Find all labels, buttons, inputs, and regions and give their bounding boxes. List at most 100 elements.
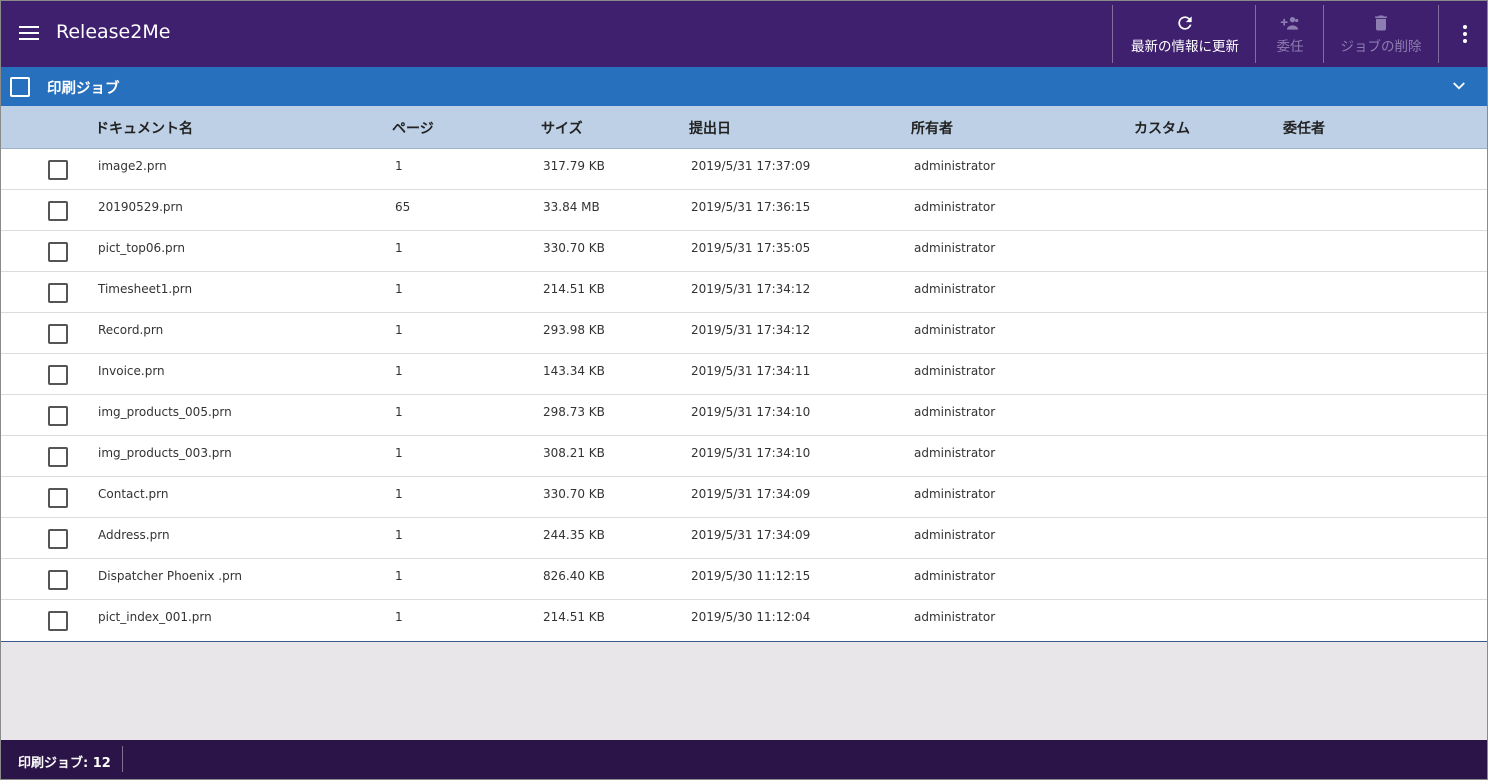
toolbar-divider [1438, 5, 1439, 63]
cell-submitted: 2019/5/31 17:35:05 [691, 241, 811, 255]
cell-owner: administrator [914, 528, 996, 542]
cell-size: 826.40 KB [543, 569, 605, 583]
delete-job-button[interactable]: ジョブの削除 [1331, 9, 1431, 59]
cell-document: img_products_003.prn [98, 446, 232, 460]
cell-pages: 1 [395, 159, 403, 173]
column-owner[interactable]: 所有者 [911, 118, 953, 138]
more-vert-icon[interactable] [1457, 23, 1473, 45]
cell-owner: administrator [914, 446, 996, 460]
cell-pages: 1 [395, 323, 403, 337]
table-row[interactable]: Timesheet1.prn 1 214.51 KB 2019/5/31 17:… [1, 272, 1487, 313]
cell-submitted: 2019/5/30 11:12:04 [691, 610, 811, 624]
column-pages[interactable]: ページ [392, 118, 434, 138]
status-divider [122, 746, 123, 772]
cell-document: Record.prn [98, 323, 164, 337]
menu-icon[interactable] [19, 25, 39, 41]
cell-size: 308.21 KB [543, 446, 605, 460]
refresh-label: 最新の情報に更新 [1131, 39, 1239, 55]
table-row[interactable]: img_products_003.prn 1 308.21 KB 2019/5/… [1, 436, 1487, 477]
cell-owner: administrator [914, 487, 996, 501]
cell-pages: 1 [395, 569, 403, 583]
table-row[interactable]: image2.prn 1 317.79 KB 2019/5/31 17:37:0… [1, 149, 1487, 190]
app-title: Release2Me [56, 21, 171, 43]
cell-submitted: 2019/5/31 17:36:15 [691, 200, 811, 214]
cell-owner: administrator [914, 159, 996, 173]
cell-pages: 1 [395, 241, 403, 255]
cell-document: image2.prn [98, 159, 167, 173]
row-checkbox[interactable] [48, 529, 68, 549]
job-table-body: image2.prn 1 317.79 KB 2019/5/31 17:37:0… [1, 149, 1487, 642]
table-row[interactable]: pict_top06.prn 1 330.70 KB 2019/5/31 17:… [1, 231, 1487, 272]
row-checkbox[interactable] [48, 611, 68, 631]
row-checkbox[interactable] [48, 365, 68, 385]
cell-document: pict_top06.prn [98, 241, 185, 255]
cell-submitted: 2019/5/31 17:34:12 [691, 282, 811, 296]
table-row[interactable]: img_products_005.prn 1 298.73 KB 2019/5/… [1, 395, 1487, 436]
row-checkbox[interactable] [48, 242, 68, 262]
cell-size: 330.70 KB [543, 487, 605, 501]
refresh-button[interactable]: 最新の情報に更新 [1123, 9, 1247, 59]
cell-pages: 1 [395, 528, 403, 542]
delete-job-label: ジョブの削除 [1340, 39, 1422, 55]
delegate-label: 委任 [1276, 39, 1304, 55]
toolbar-divider [1323, 5, 1324, 63]
cell-document: Timesheet1.prn [98, 282, 193, 296]
cell-size: 317.79 KB [543, 159, 605, 173]
table-row[interactable]: pict_index_001.prn 1 214.51 KB 2019/5/30… [1, 600, 1487, 641]
table-row[interactable]: Invoice.prn 1 143.34 KB 2019/5/31 17:34:… [1, 354, 1487, 395]
cell-document: Address.prn [98, 528, 170, 542]
cell-owner: administrator [914, 200, 996, 214]
cell-submitted: 2019/5/31 17:37:09 [691, 159, 811, 173]
column-document-name[interactable]: ドキュメント名 [95, 118, 193, 138]
app-bar: Release2Me 最新の情報に更新 委任 ジョブの削除 [1, 1, 1487, 67]
cell-submitted: 2019/5/31 17:34:09 [691, 487, 811, 501]
cell-document: img_products_005.prn [98, 405, 232, 419]
table-row[interactable]: Record.prn 1 293.98 KB 2019/5/31 17:34:1… [1, 313, 1487, 354]
select-all-checkbox[interactable] [10, 77, 30, 97]
row-checkbox[interactable] [48, 283, 68, 303]
row-checkbox[interactable] [48, 406, 68, 426]
table-row[interactable]: Contact.prn 1 330.70 KB 2019/5/31 17:34:… [1, 477, 1487, 518]
print-jobs-section-header: 印刷ジョブ [1, 67, 1487, 106]
column-submitted[interactable]: 提出日 [689, 118, 731, 138]
job-count: 印刷ジョブ: 12 [18, 756, 111, 771]
cell-document: Dispatcher Phoenix .prn [98, 569, 243, 583]
cell-pages: 65 [395, 200, 411, 214]
column-delegate[interactable]: 委任者 [1283, 118, 1325, 138]
row-checkbox[interactable] [48, 160, 68, 180]
cell-owner: administrator [914, 569, 996, 583]
chevron-down-icon[interactable] [1450, 77, 1468, 95]
cell-submitted: 2019/5/31 17:34:11 [691, 364, 811, 378]
cell-submitted: 2019/5/31 17:34:09 [691, 528, 811, 542]
cell-pages: 1 [395, 405, 403, 419]
row-checkbox[interactable] [48, 488, 68, 508]
table-row[interactable]: 20190529.prn 65 33.84 MB 2019/5/31 17:36… [1, 190, 1487, 231]
cell-owner: administrator [914, 610, 996, 624]
row-checkbox[interactable] [48, 570, 68, 590]
add-user-icon [1280, 17, 1299, 30]
table-row[interactable]: Dispatcher Phoenix .prn 1 826.40 KB 2019… [1, 559, 1487, 600]
cell-owner: administrator [914, 364, 996, 378]
row-checkbox[interactable] [48, 447, 68, 467]
status-bar: 印刷ジョブ: 12 [1, 740, 1487, 779]
cell-pages: 1 [395, 446, 403, 460]
table-row[interactable]: Address.prn 1 244.35 KB 2019/5/31 17:34:… [1, 518, 1487, 559]
cell-owner: administrator [914, 323, 996, 337]
toolbar-divider [1112, 5, 1113, 63]
row-checkbox[interactable] [48, 201, 68, 221]
cell-document: pict_index_001.prn [98, 610, 212, 624]
cell-size: 293.98 KB [543, 323, 605, 337]
cell-size: 244.35 KB [543, 528, 605, 542]
cell-size: 214.51 KB [543, 282, 605, 296]
row-checkbox[interactable] [48, 324, 68, 344]
column-size[interactable]: サイズ [541, 118, 583, 138]
cell-size: 298.73 KB [543, 405, 605, 419]
column-custom[interactable]: カスタム [1134, 118, 1190, 138]
cell-size: 214.51 KB [543, 610, 605, 624]
section-title: 印刷ジョブ [47, 81, 120, 97]
cell-pages: 1 [395, 487, 403, 501]
delegate-button[interactable]: 委任 [1265, 9, 1315, 59]
cell-owner: administrator [914, 405, 996, 419]
toolbar-divider [1255, 5, 1256, 63]
refresh-icon [1178, 16, 1192, 30]
